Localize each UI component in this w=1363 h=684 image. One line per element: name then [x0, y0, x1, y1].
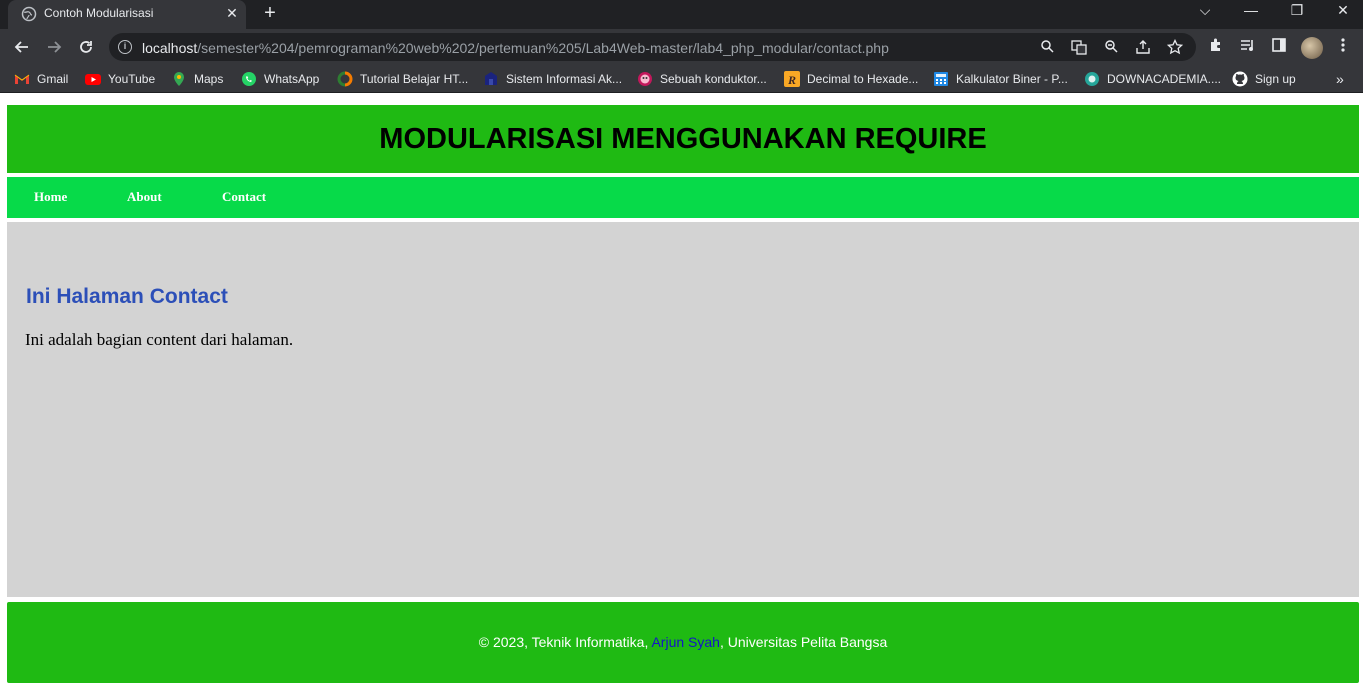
- url-path: /semester%204/pemrograman%20web%202/pert…: [197, 40, 889, 56]
- downacademia-icon: [1084, 71, 1100, 87]
- site-footer: © 2023, Teknik Informatika, Arjun Syah, …: [7, 602, 1359, 683]
- bookmark-label: Maps: [194, 72, 224, 86]
- bookmark-label: Sistem Informasi Ak...: [506, 72, 623, 86]
- url-host: localhost: [142, 40, 198, 56]
- minimize-icon[interactable]: —: [1228, 0, 1274, 22]
- rapidtables-icon: R: [784, 71, 800, 87]
- svg-text:R: R: [787, 73, 796, 87]
- bookmark-tutorial[interactable]: Tutorial Belajar HT...: [337, 70, 468, 88]
- page-viewport: MODULARISASI MENGGUNAKAN REQUIRE Home Ab…: [0, 98, 1363, 684]
- konduktor-icon: [637, 71, 653, 87]
- zoom-icon[interactable]: [1103, 39, 1119, 55]
- bookmark-label: YouTube: [108, 72, 156, 86]
- content-section: Ini Halaman Contact Ini adalah bagian co…: [7, 222, 1359, 597]
- youtube-icon: [85, 71, 101, 87]
- restore-icon[interactable]: ❐: [1274, 0, 1320, 22]
- bookmark-label: Decimal to Hexade...: [807, 72, 919, 86]
- gmail-icon: [14, 71, 30, 87]
- bookmark-github[interactable]: Sign up: [1232, 70, 1296, 88]
- bookmark-sia[interactable]: Sistem Informasi Ak...: [483, 70, 622, 88]
- page-title: MODULARISASI MENGGUNAKAN REQUIRE: [379, 123, 987, 155]
- bookmark-label: Sign up: [1255, 72, 1296, 86]
- browser-tab[interactable]: Contoh Modularisasi ✕: [8, 0, 246, 29]
- reload-icon[interactable]: [73, 34, 99, 60]
- bookmark-label: DOWNACADEMIA....: [1107, 72, 1222, 86]
- globe-icon: [21, 6, 37, 22]
- bookmark-label: Kalkulator Biner - P...: [956, 72, 1068, 86]
- nav-about-link[interactable]: About: [127, 189, 162, 205]
- site-nav: Home About Contact: [7, 177, 1359, 218]
- translate-icon[interactable]: [1071, 39, 1087, 55]
- bookmark-rapidtables[interactable]: R Decimal to Hexade...: [784, 70, 918, 88]
- extensions-icon[interactable]: [1206, 37, 1226, 57]
- bookmarks-bar: Gmail YouTube Maps WhatsApp Tutorial Bel…: [0, 65, 1363, 93]
- new-tab-icon[interactable]: +: [259, 3, 281, 25]
- tab-close-icon[interactable]: ✕: [224, 5, 240, 21]
- window-close-icon[interactable]: ✕: [1320, 0, 1363, 22]
- side-panel-icon[interactable]: [1269, 37, 1289, 57]
- bookmark-whatsapp[interactable]: WhatsApp: [241, 70, 319, 88]
- whatsapp-icon: [241, 71, 257, 87]
- site-info-icon[interactable]: i: [118, 40, 132, 54]
- maps-icon: [171, 71, 187, 87]
- zoom-search-icon[interactable]: [1039, 39, 1055, 55]
- bookmark-youtube[interactable]: YouTube: [85, 70, 155, 88]
- bookmark-label: Sebuah konduktor...: [660, 72, 767, 86]
- back-icon[interactable]: [9, 34, 35, 60]
- tab-strip: Contoh Modularisasi ✕ + ⌵ — ❐ ✕: [0, 0, 1363, 29]
- sia-icon: [483, 71, 499, 87]
- bookmark-star-icon[interactable]: [1166, 38, 1184, 55]
- bookmark-label: Gmail: [37, 72, 69, 86]
- bookmark-label: WhatsApp: [264, 72, 320, 86]
- tab-title: Contoh Modularisasi: [44, 6, 154, 20]
- github-icon: [1232, 71, 1248, 87]
- share-icon[interactable]: [1135, 39, 1151, 55]
- site-header: MODULARISASI MENGGUNAKAN REQUIRE: [7, 105, 1359, 173]
- tab-search-icon[interactable]: ⌵: [1182, 0, 1228, 22]
- bookmark-konduktor[interactable]: Sebuah konduktor...: [637, 70, 767, 88]
- tutorial-icon: [337, 71, 353, 87]
- browser-toolbar: i localhost/semester%204/pemrograman%20w…: [0, 29, 1363, 65]
- bookmarks-overflow-icon[interactable]: »: [1336, 71, 1344, 87]
- media-queue-icon[interactable]: [1238, 37, 1258, 57]
- footer-text: © 2023, Teknik Informatika, Arjun Syah, …: [7, 634, 1359, 650]
- calculator-icon: [933, 71, 949, 87]
- url-text[interactable]: localhost/semester%204/pemrograman%20web…: [142, 40, 889, 56]
- footer-suffix: , Universitas Pelita Bangsa: [719, 634, 888, 650]
- bookmark-kalkulator[interactable]: Kalkulator Biner - P...: [933, 70, 1068, 88]
- bookmark-maps[interactable]: Maps: [171, 70, 223, 88]
- footer-prefix: © 2023, Teknik Informatika,: [478, 634, 652, 650]
- address-bar[interactable]: i localhost/semester%204/pemrograman%20w…: [109, 33, 1196, 61]
- nav-contact-link[interactable]: Contact: [222, 189, 266, 205]
- kebab-menu-icon[interactable]: [1333, 37, 1353, 57]
- bookmark-label: Tutorial Belajar HT...: [360, 72, 469, 86]
- content-heading: Ini Halaman Contact: [26, 285, 228, 308]
- profile-avatar[interactable]: [1301, 37, 1323, 59]
- content-paragraph: Ini adalah bagian content dari halaman.: [25, 330, 294, 349]
- footer-author-link[interactable]: Arjun Syah: [651, 634, 719, 650]
- bookmark-gmail[interactable]: Gmail: [14, 70, 68, 88]
- forward-icon[interactable]: [41, 34, 67, 60]
- bookmark-downacademia[interactable]: DOWNACADEMIA....: [1084, 70, 1221, 88]
- nav-home-link[interactable]: Home: [34, 189, 67, 205]
